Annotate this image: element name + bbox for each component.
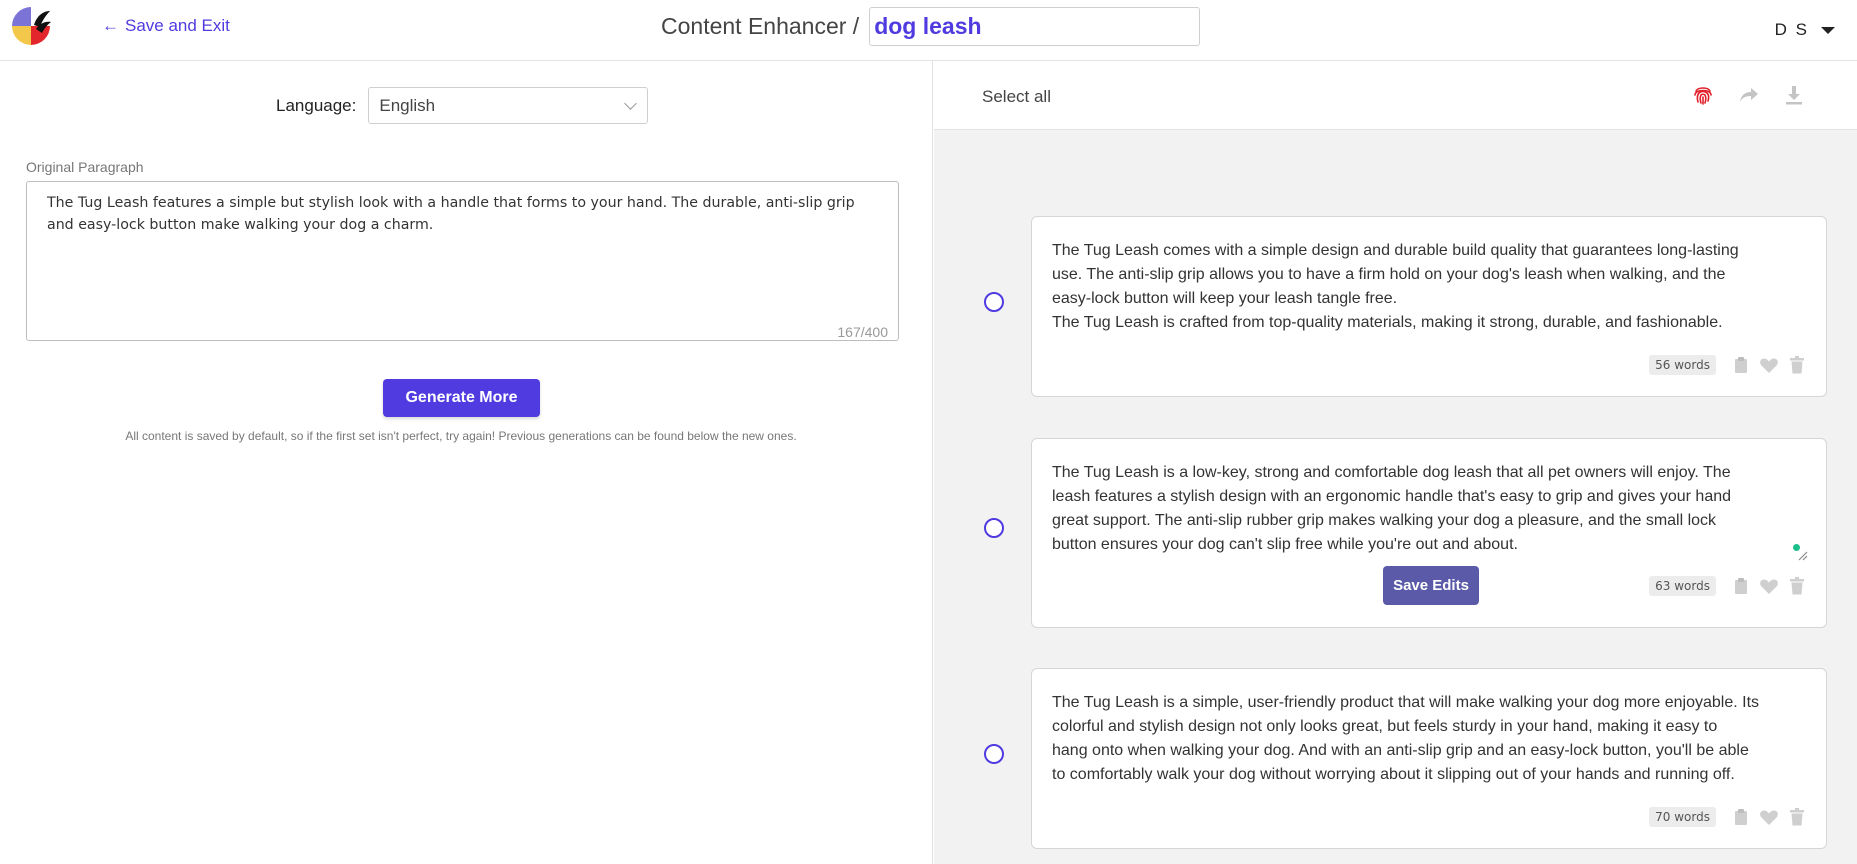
word-count-badge: 63 words — [1649, 576, 1716, 596]
heart-icon[interactable] — [1758, 354, 1780, 376]
input-pane: Language: English Original Paragraph The… — [0, 61, 933, 864]
results-pane: Select all The Tug Leash comes with a si… — [934, 61, 1857, 864]
result-card-text[interactable]: The Tug Leash comes with a simple design… — [1052, 239, 1808, 335]
result-card: The Tug Leash is a low-key, strong and c… — [1031, 438, 1827, 628]
result-line: The Tug Leash is a low-key, strong and c… — [1052, 464, 1731, 481]
caret-down-icon — [1821, 26, 1835, 34]
word-count-badge: 56 words — [1649, 355, 1716, 375]
result-card: The Tug Leash is a simple, user-friendly… — [1031, 668, 1827, 849]
save-hint-text: All content is saved by default, so if t… — [125, 429, 797, 443]
save-and-exit-label: Save and Exit — [125, 16, 230, 35]
app-title: Content Enhancer / — [661, 13, 860, 39]
page-title: Content Enhancer / — [661, 7, 1201, 46]
trash-icon[interactable] — [1786, 806, 1808, 828]
language-value: English — [379, 95, 436, 115]
word-count-badge: 70 words — [1649, 807, 1716, 827]
save-edits-button[interactable]: Save Edits — [1383, 566, 1479, 605]
heart-icon[interactable] — [1758, 806, 1780, 828]
trash-icon[interactable] — [1786, 575, 1808, 597]
clipboard-icon[interactable] — [1730, 354, 1752, 376]
result-line: colorful and stylish design not only loo… — [1052, 718, 1718, 735]
result-line: use. The anti-slip grip allows you to ha… — [1052, 266, 1726, 283]
card-actions: 63 words — [1649, 575, 1808, 597]
card-actions: 70 words — [1649, 806, 1808, 828]
original-paragraph-text: The Tug Leash features a simple but styl… — [47, 195, 855, 233]
download-icon[interactable] — [1782, 83, 1806, 107]
fingerprint-icon[interactable] — [1691, 83, 1715, 107]
generate-more-button[interactable]: Generate More — [383, 379, 540, 417]
original-paragraph-label: Original Paragraph — [26, 159, 144, 175]
select-card-radio[interactable] — [984, 292, 1004, 312]
save-and-exit-link[interactable]: ← Save and Exit — [102, 16, 230, 36]
heart-icon[interactable] — [1758, 575, 1780, 597]
language-row: Language: English — [276, 87, 649, 124]
result-card-text[interactable]: The Tug Leash is a simple, user-friendly… — [1052, 691, 1808, 787]
result-card-text[interactable]: The Tug Leash is a low-key, strong and c… — [1052, 461, 1808, 557]
language-label: Language: — [276, 95, 357, 115]
project-name-input[interactable] — [869, 7, 1201, 46]
character-counter: 167/400 — [837, 324, 888, 340]
result-card: The Tug Leash comes with a simple design… — [1031, 216, 1827, 397]
result-line: The Tug Leash is crafted from top-qualit… — [1052, 314, 1723, 331]
clipboard-icon[interactable] — [1730, 575, 1752, 597]
arrow-left-icon: ← — [102, 16, 119, 35]
user-initials: D S — [1774, 20, 1809, 39]
results-toolbar: Select all — [934, 61, 1857, 130]
chevron-down-icon — [624, 97, 638, 110]
result-line: hang onto when walking your dog. And wit… — [1052, 742, 1749, 759]
result-line: great support. The anti-slip rubber grip… — [1052, 512, 1717, 529]
resize-handle-icon[interactable] — [1796, 549, 1808, 561]
user-menu[interactable]: D S — [1775, 20, 1835, 40]
clipboard-icon[interactable] — [1730, 806, 1752, 828]
original-paragraph-textarea[interactable]: The Tug Leash features a simple but styl… — [26, 181, 899, 341]
trash-icon[interactable] — [1786, 354, 1808, 376]
language-select[interactable]: English — [368, 87, 649, 124]
result-line: to comfortably walk your dog without wor… — [1052, 766, 1735, 783]
top-bar: ← Save and Exit Content Enhancer / D S — [0, 0, 1857, 61]
select-card-radio[interactable] — [984, 518, 1004, 538]
app-logo-icon[interactable] — [10, 5, 52, 47]
share-icon[interactable] — [1737, 83, 1761, 107]
result-line: leash features a stylish design with an … — [1052, 488, 1732, 505]
result-line: The Tug Leash is a simple, user-friendly… — [1052, 694, 1760, 711]
result-line: The Tug Leash comes with a simple design… — [1052, 242, 1739, 259]
select-card-radio[interactable] — [984, 744, 1004, 764]
select-all-link[interactable]: Select all — [982, 87, 1051, 107]
result-line: easy-lock button will keep your leash ta… — [1052, 290, 1398, 307]
result-line: button ensures your dog can't slip free … — [1052, 536, 1518, 553]
card-actions: 56 words — [1649, 354, 1808, 376]
